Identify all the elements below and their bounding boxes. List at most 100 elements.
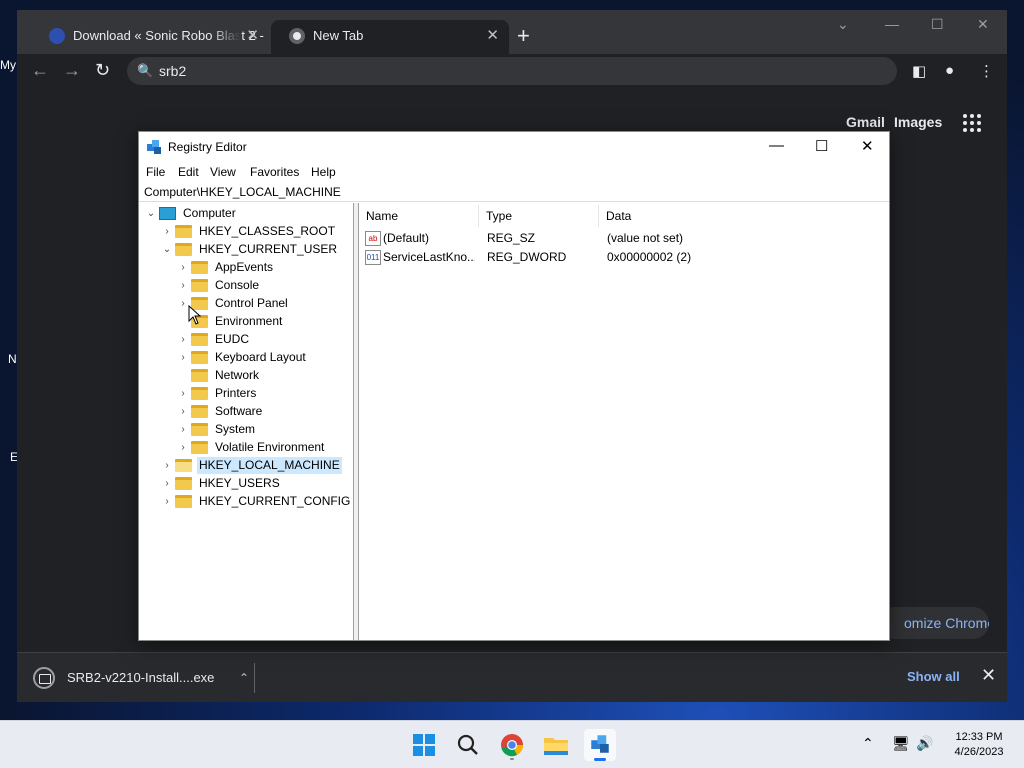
tab-srb2-download[interactable]: Download « Sonic Robo Blast 2 - ✕ [31,20,269,54]
menu-bar: File Edit View Favorites Help [139,162,889,182]
side-panel-icon[interactable]: ◧ [912,62,926,80]
new-tab-button[interactable]: + [517,24,530,48]
clock-date: 4/26/2023 [954,746,1004,758]
profile-icon[interactable]: ● [945,62,954,79]
folder-icon [191,405,208,418]
close-tab-icon[interactable]: ✕ [486,20,499,52]
sonic-favicon-icon [49,28,65,44]
chevron-right-icon[interactable]: › [177,259,189,276]
chrome-favicon-icon [289,28,305,44]
chevron-right-icon[interactable]: › [177,385,189,402]
chevron-right-icon[interactable]: › [177,349,189,366]
value-data: (value not set) [607,231,684,245]
clock[interactable]: 12:33 PM 4/26/2023 [944,730,1014,760]
table-row[interactable]: 011 ServiceLastKno... REG_DWORD 0x000000… [359,248,889,267]
chevron-up-icon[interactable]: ⌃ [239,663,249,693]
chevron-right-icon[interactable]: › [177,277,189,294]
chevron-right-icon[interactable]: › [161,493,173,510]
images-link[interactable]: Images [894,114,942,130]
menu-file[interactable]: File [146,165,165,179]
menu-favorites[interactable]: Favorites [250,165,299,179]
chevron-right-icon[interactable]: › [161,475,173,492]
registry-editor-window: Registry Editor — ☐ ✕ File Edit View Fav… [138,131,890,641]
folder-icon [191,279,208,292]
table-row[interactable]: ab (Default) REG_SZ (value not set) [359,229,889,248]
binary-value-icon: 011 [365,250,381,265]
chevron-right-icon[interactable]: › [177,421,189,438]
tab-title: New Tab [313,28,364,43]
computer-icon [159,207,176,220]
desktop-icon-label[interactable]: My [0,58,18,72]
search-icon[interactable] [452,729,484,761]
taskbar: ⌃ 🖥 🔊 12:33 PM 4/26/2023 [0,720,1024,768]
chevron-down-icon[interactable]: ⌄ [161,241,173,258]
values-list: Name Type Data ab (Default) REG_SZ (valu… [359,203,889,640]
chevron-right-icon[interactable]: › [177,403,189,420]
divider [254,663,255,693]
customize-chrome-button[interactable]: omize Chrome [879,607,989,639]
minimize-icon[interactable]: — [885,16,899,32]
network-icon[interactable]: 🖥 [892,735,910,752]
menu-edit[interactable]: Edit [178,165,199,179]
chevron-right-icon[interactable]: › [177,439,189,456]
reload-icon[interactable]: ↻ [95,60,110,81]
folder-icon [175,477,192,490]
string-value-icon: ab [365,231,381,246]
tab-new-tab[interactable]: New Tab ✕ [271,20,509,54]
tab-search-icon[interactable]: ⌄ [837,16,849,33]
folder-icon [191,387,208,400]
installer-icon [33,667,55,689]
column-header-name[interactable]: Name [359,205,479,227]
download-bar: SRB2-v2210-Install....exe ⌃ Show all ✕ [17,652,1007,702]
column-header-type[interactable]: Type [479,205,599,227]
close-window-icon[interactable]: ✕ [977,16,989,33]
value-name: ServiceLastKno... [383,250,475,264]
folder-icon [191,423,208,436]
google-apps-icon[interactable] [963,114,981,132]
column-header-data[interactable]: Data [599,205,889,227]
key-tree: ⌄ Computer › HKEY_CLASSES_ROOT ⌄ HKEY_CU… [139,203,354,640]
chevron-right-icon[interactable]: › [161,223,173,240]
download-item[interactable]: SRB2-v2210-Install....exe ⌃ [33,663,255,693]
folder-icon [191,261,208,274]
registry-editor-icon [147,140,161,154]
close-icon[interactable]: ✕ [861,137,874,155]
maximize-icon[interactable]: ☐ [931,16,944,33]
gmail-link[interactable]: Gmail [846,114,885,130]
menu-icon[interactable]: ⋮ [979,62,994,80]
close-download-bar-icon[interactable]: ✕ [981,665,996,686]
back-icon[interactable]: ← [31,60,49,81]
title-bar[interactable]: Registry Editor — ☐ ✕ [139,132,889,162]
address-bar[interactable]: 🔍 srb2 [127,57,897,85]
chevron-down-icon[interactable]: ⌄ [145,205,157,222]
clock-time: 12:33 PM [955,731,1003,743]
chevron-up-icon[interactable]: ⌃ [862,735,874,752]
value-type: REG_DWORD [487,250,567,264]
menu-help[interactable]: Help [311,165,336,179]
value-data: 0x00000002 (2) [607,250,692,264]
menu-view[interactable]: View [210,165,236,179]
volume-icon[interactable]: 🔊 [916,735,933,752]
chevron-right-icon[interactable]: › [161,457,173,474]
address-bar[interactable]: Computer\HKEY_LOCAL_MACHINE [139,182,889,202]
maximize-icon[interactable]: ☐ [815,137,828,155]
folder-icon [175,495,192,508]
folder-icon [191,441,208,454]
forward-icon[interactable]: → [63,60,81,81]
mouse-cursor-icon [188,305,202,325]
registry-editor-taskbar-button[interactable] [584,729,616,761]
file-explorer-icon[interactable] [540,729,572,761]
start-button-icon[interactable] [408,729,440,761]
minimize-icon[interactable]: — [769,137,784,154]
show-all-button[interactable]: Show all [907,669,960,684]
browser-toolbar: ← → ↻ 🔍 srb2 ◧ ● ⋮ [17,54,1007,90]
address-bar-value: srb2 [159,63,187,79]
download-filename: SRB2-v2210-Install....exe [67,670,215,685]
chrome-icon[interactable] [496,729,528,761]
folder-icon [191,369,208,382]
close-tab-icon[interactable]: ✕ [246,20,259,52]
value-type: REG_SZ [487,231,536,245]
chevron-right-icon[interactable]: › [177,331,189,348]
folder-icon [191,333,208,346]
search-icon: 🔍 [137,63,154,78]
